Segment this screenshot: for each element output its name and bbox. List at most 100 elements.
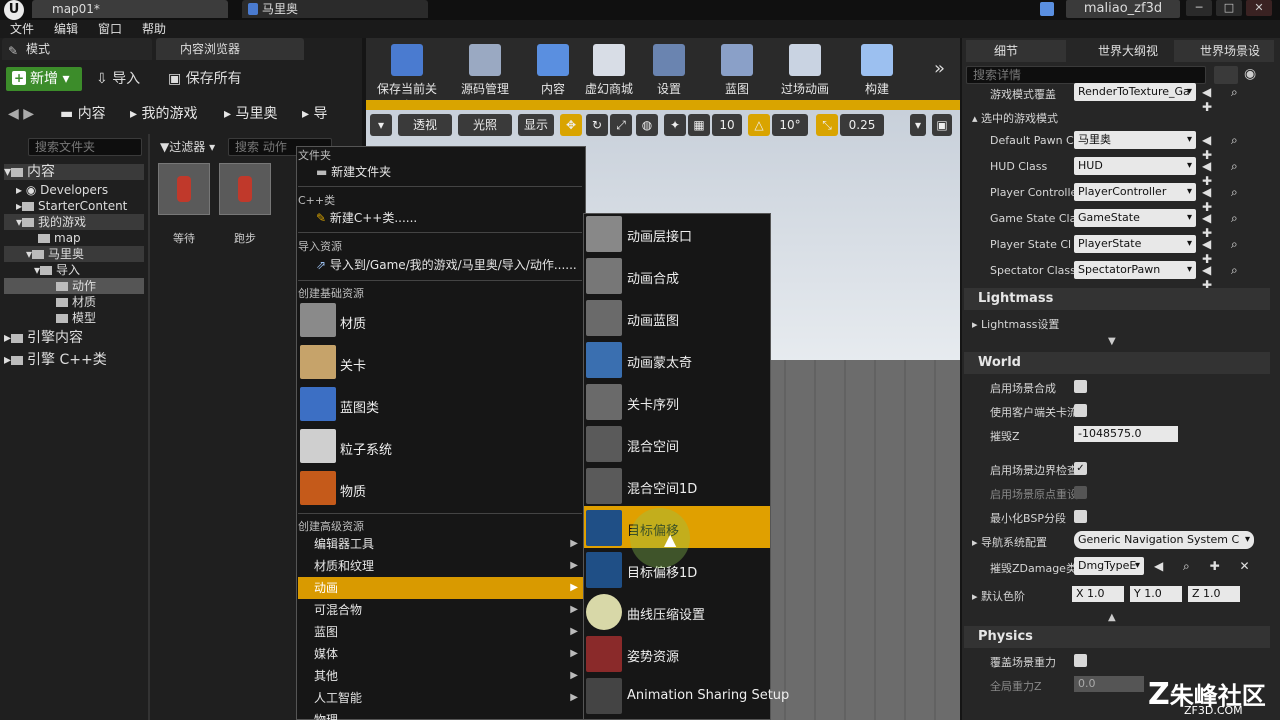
show-button[interactable]: 显示 <box>518 114 554 136</box>
value-combo[interactable]: HUD <box>1074 157 1196 175</box>
surface-snap-icon[interactable]: ✦ <box>664 114 686 136</box>
row-actions[interactable]: ◀ ⌕ ✚ ✕ <box>1154 559 1258 574</box>
menu-help[interactable]: 帮助 <box>142 20 166 38</box>
tab-content-browser[interactable]: 内容浏览器 <box>156 38 304 60</box>
camera-speed-icon[interactable]: ▾ <box>910 114 926 136</box>
checkbox[interactable] <box>1074 510 1087 523</box>
tree-item-my-game[interactable]: ▾ 我的游戏 <box>4 214 144 230</box>
translate-icon[interactable]: ✥ <box>560 114 582 136</box>
value-combo[interactable]: PlayerController <box>1074 183 1196 201</box>
world-icon[interactable]: ◍ <box>636 114 658 136</box>
maximize-icon[interactable]: □ <box>1216 0 1242 16</box>
tab-mario[interactable]: 马里奥 <box>242 0 428 18</box>
adv-editor-tools[interactable]: 编辑器工具 ▶ <box>298 533 584 555</box>
basic-blueprint-item[interactable]: 蓝图类 <box>340 397 379 416</box>
maximize-viewport-icon[interactable]: ▣ <box>932 114 952 136</box>
checkbox[interactable] <box>1074 654 1087 667</box>
lit-button[interactable]: 光照 <box>458 114 512 136</box>
kill-z-input[interactable]: -1048575.0 <box>1074 426 1178 442</box>
perspective-button[interactable]: 透视 <box>398 114 452 136</box>
basic-particle-item[interactable]: 粒子系统 <box>340 439 392 458</box>
gamemode-combo[interactable]: RenderToTexture_Ga <box>1074 83 1196 101</box>
breadcrumb-content[interactable]: ▬ 内容 <box>60 104 106 124</box>
menu-edit[interactable]: 编辑 <box>54 20 78 38</box>
tree-item-mario[interactable]: ▾ 马里奥 <box>4 246 144 262</box>
value-combo[interactable]: GameState <box>1074 209 1196 227</box>
color-z-input[interactable]: Z 1.0 <box>1188 586 1240 602</box>
tree-item-content[interactable]: ▾ 内容 <box>4 164 144 180</box>
tab-modes[interactable]: 模式 <box>2 38 152 60</box>
tab-outliner[interactable]: 世界大纲视 <box>1070 40 1170 62</box>
submenu-animation-sharing[interactable]: Animation Sharing Setup <box>627 688 789 703</box>
user-account[interactable]: maliao_zf3d <box>1066 0 1180 18</box>
adv-misc[interactable]: 其他 ▶ <box>298 665 584 687</box>
scale-icon[interactable]: ⤢ <box>610 114 632 136</box>
tree-item-map[interactable]: map <box>4 230 144 246</box>
submenu-anim-layer-interface[interactable]: 动画层接口 <box>627 226 692 245</box>
close-icon[interactable]: ✕ <box>1246 0 1272 16</box>
adv-blueprints[interactable]: 蓝图 ▶ <box>298 621 584 643</box>
tree-item-models[interactable]: 模型 <box>4 310 144 326</box>
tree-item-engine-cpp[interactable]: ▸ 引擎 C++类 <box>4 352 144 368</box>
tree-item-materials[interactable]: 材质 <box>4 294 144 310</box>
breadcrumb-import[interactable]: ▸ 导 <box>302 104 327 124</box>
damage-type-combo[interactable]: DmgTypeE <box>1074 557 1144 575</box>
value-combo[interactable]: SpectatorPawn <box>1074 261 1196 279</box>
scale-snap-icon[interactable]: ⤡ <box>816 114 838 136</box>
new-folder-item[interactable]: ▬ 新建文件夹 <box>316 161 391 183</box>
minimize-icon[interactable]: ─ <box>1186 0 1212 16</box>
menu-window[interactable]: 窗口 <box>98 20 122 38</box>
asset-thumbnail-run[interactable] <box>219 163 271 215</box>
filter-dropdown[interactable]: ▼过滤器 ▾ <box>160 138 215 155</box>
checkbox[interactable] <box>1074 404 1087 417</box>
notification-icon[interactable] <box>1040 2 1054 16</box>
color-x-input[interactable]: X 1.0 <box>1072 586 1124 602</box>
expand-arrow-icon[interactable]: ▼ <box>1108 336 1116 347</box>
category-lightmass[interactable]: Lightmass <box>964 288 1270 310</box>
tree-item-developers[interactable]: ▸ ◉ Developers <box>4 182 144 198</box>
rotation-snap-value[interactable]: 10° <box>772 114 808 136</box>
basic-level-item[interactable]: 关卡 <box>340 355 366 374</box>
submenu-anim-composite[interactable]: 动画合成 <box>627 268 679 287</box>
save-all-button[interactable]: ▣ 保存所有 <box>168 67 242 91</box>
basic-substance-item[interactable]: 物质 <box>340 481 366 500</box>
adv-blendables[interactable]: 可混合物 ▶ <box>298 599 584 621</box>
blueprints-button[interactable]: 蓝图 <box>702 44 772 97</box>
category-physics[interactable]: Physics <box>964 626 1270 648</box>
tab-world-settings[interactable]: 世界场景设 <box>1174 40 1274 62</box>
rotation-snap-icon[interactable]: △ <box>748 114 770 136</box>
search-folders-input[interactable]: 搜索文件夹 <box>28 138 142 156</box>
collapse-arrow-icon[interactable]: ▲ <box>1108 612 1116 623</box>
value-combo[interactable]: PlayerState <box>1074 235 1196 253</box>
breadcrumb-my-game[interactable]: ▸ 我的游戏 <box>130 104 197 124</box>
submenu-blend-space-1d[interactable]: 混合空间1D <box>627 478 697 497</box>
build-button[interactable]: 构建 <box>842 44 912 97</box>
tree-item-engine-content[interactable]: ▸ 引擎内容 <box>4 330 144 346</box>
adv-physics[interactable]: 物理 <box>298 709 584 720</box>
submenu-level-sequence[interactable]: 关卡序列 <box>627 394 679 413</box>
submenu-curve-compression[interactable]: 曲线压缩设置 <box>627 604 705 623</box>
adv-animation[interactable]: 动画 ▶ <box>298 577 584 599</box>
checkbox[interactable] <box>1074 380 1087 393</box>
submenu-pose-asset[interactable]: 姿势资源 <box>627 646 679 665</box>
tree-item-import[interactable]: ▾ 导入 <box>4 262 144 278</box>
checkbox-checked[interactable]: ✓ <box>1074 462 1087 475</box>
submenu-blend-space[interactable]: 混合空间 <box>627 436 679 455</box>
new-cpp-item[interactable]: ✎ 新建C++类...... <box>316 207 417 229</box>
submenu-anim-montage[interactable]: 动画蒙太奇 <box>627 352 692 371</box>
tab-map01[interactable]: map01* <box>32 0 228 18</box>
tree-item-starter[interactable]: ▸ StarterContent <box>4 198 144 214</box>
import-button[interactable]: ⇩ 导入 <box>96 67 140 91</box>
submenu-anim-blueprint[interactable]: 动画蓝图 <box>627 310 679 329</box>
adv-media[interactable]: 媒体 ▶ <box>298 643 584 665</box>
adv-ai[interactable]: 人工智能 ▶ <box>298 687 584 709</box>
grid-size[interactable]: 10 <box>712 114 742 136</box>
settings-button[interactable]: 设置 <box>634 44 704 97</box>
toolbar-overflow-icon[interactable]: » <box>934 58 945 79</box>
source-control-button[interactable]: 源码管理 <box>450 44 520 97</box>
cinematics-button[interactable]: 过场动画 <box>770 44 840 97</box>
asset-thumbnail-idle[interactable] <box>158 163 210 215</box>
value-combo[interactable]: 马里奥 <box>1074 131 1196 149</box>
adv-materials-textures[interactable]: 材质和纹理 ▶ <box>298 555 584 577</box>
nav-system-combo[interactable]: Generic Navigation System C <box>1074 531 1254 549</box>
